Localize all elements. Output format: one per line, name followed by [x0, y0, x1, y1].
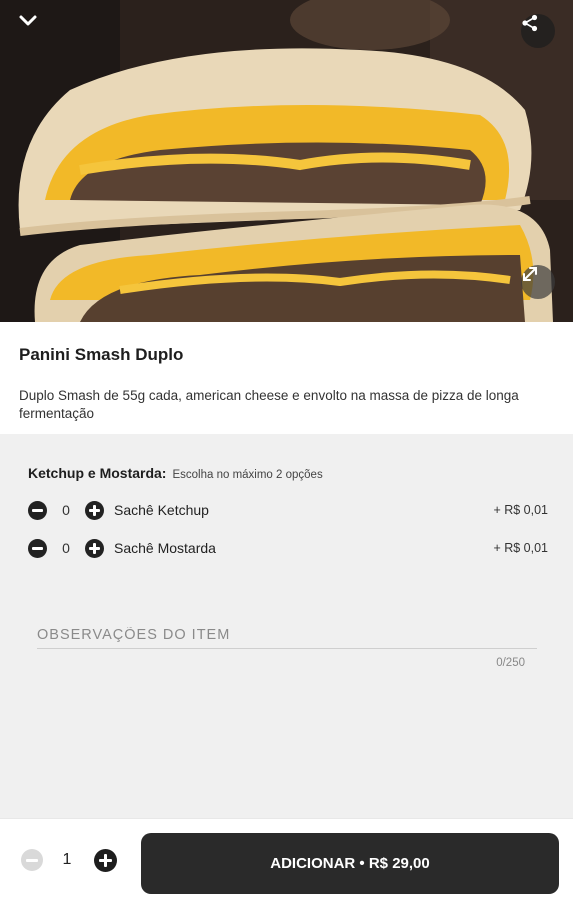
expand-icon	[523, 267, 537, 281]
option-qty: 0	[62, 502, 70, 518]
decrease-ketchup-button[interactable]	[28, 500, 47, 520]
product-title: Panini Smash Duplo	[19, 345, 184, 364]
option-group-header: Ketchup e Mostarda: Escolha no máximo 2 …	[28, 465, 323, 481]
option-group-hint: Escolha no máximo 2 opções	[172, 469, 323, 481]
expand-image-button[interactable]	[521, 265, 555, 299]
option-label: Sachê Ketchup	[114, 502, 209, 518]
add-to-cart-button[interactable]: ADICIONAR • R$ 29,00	[141, 833, 559, 894]
increase-ketchup-button[interactable]	[85, 500, 104, 520]
share-icon	[522, 14, 538, 32]
plus-icon	[89, 542, 100, 554]
item-quantity: 1	[62, 851, 72, 868]
option-row-ketchup: 0 Sachê Ketchup + R$ 0,01	[28, 498, 548, 522]
option-price: + R$ 0,01	[493, 541, 548, 555]
minus-icon	[32, 508, 43, 512]
minus-icon	[26, 858, 38, 862]
item-notes-input[interactable]	[37, 621, 537, 649]
increase-mostarda-button[interactable]	[85, 538, 104, 558]
panini-illustration	[0, 0, 573, 322]
share-button[interactable]	[521, 14, 555, 48]
product-info: Panini Smash Duplo Duplo Smash de 55g ca…	[0, 322, 573, 434]
option-label: Sachê Mostarda	[114, 540, 216, 556]
option-group-title: Ketchup e Mostarda:	[28, 465, 167, 481]
plus-icon	[99, 854, 112, 867]
option-qty: 0	[62, 540, 70, 556]
plus-icon	[89, 504, 100, 516]
minus-icon	[32, 546, 43, 550]
product-description: Duplo Smash de 55g cada, american cheese…	[19, 388, 519, 421]
decrease-mostarda-button[interactable]	[28, 538, 47, 558]
decrease-quantity-button[interactable]	[21, 849, 43, 871]
increase-quantity-button[interactable]	[94, 849, 117, 872]
back-button[interactable]	[18, 14, 52, 48]
chevron-down-icon	[19, 15, 37, 26]
footer-bar: 1 ADICIONAR • R$ 29,00	[0, 818, 573, 900]
product-image	[0, 0, 573, 322]
option-row-mostarda: 0 Sachê Mostarda + R$ 0,01	[28, 536, 548, 560]
option-price: + R$ 0,01	[493, 503, 548, 517]
notes-char-counter: 0/250	[496, 657, 525, 669]
options-panel: Ketchup e Mostarda: Escolha no máximo 2 …	[0, 434, 573, 818]
